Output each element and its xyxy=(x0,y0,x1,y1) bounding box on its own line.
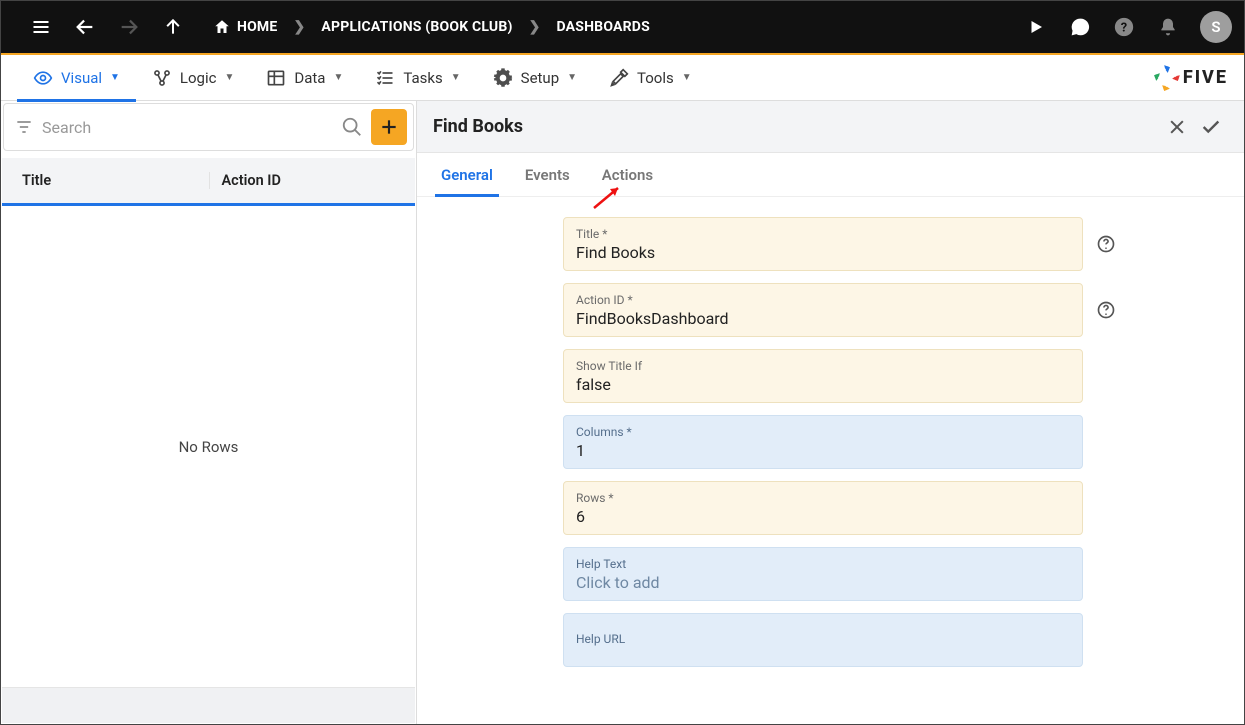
detail-tabs: General Events Actions xyxy=(417,153,1244,197)
tab-data-label: Data xyxy=(294,69,325,87)
tools-icon xyxy=(609,68,629,88)
chevron-down-icon: ▼ xyxy=(224,72,234,83)
avatar[interactable]: S xyxy=(1200,11,1232,43)
title-field[interactable]: Title * Find Books xyxy=(563,217,1083,271)
brand-logo-text: FIVE xyxy=(1183,67,1228,88)
chevron-down-icon: ▼ xyxy=(451,72,461,83)
tab-tools[interactable]: Tools ▼ xyxy=(593,55,708,101)
close-button[interactable] xyxy=(1160,110,1194,144)
showtitle-field-label: Show Title If xyxy=(576,359,1070,373)
filter-icon[interactable] xyxy=(14,117,34,137)
chevron-down-icon: ▼ xyxy=(333,72,343,83)
chevron-down-icon: ▼ xyxy=(567,72,577,83)
showtitle-field[interactable]: Show Title If false xyxy=(563,349,1083,403)
tab-logic[interactable]: Logic ▼ xyxy=(136,55,250,101)
showtitle-field-value: false xyxy=(576,375,1070,394)
chevron-right-icon: ❯ xyxy=(527,19,543,35)
columns-field-value: 1 xyxy=(576,441,1070,460)
tab-setup-label: Setup xyxy=(521,69,559,87)
tab-visual[interactable]: Visual ▼ xyxy=(17,55,136,101)
tab-setup[interactable]: Setup ▼ xyxy=(477,55,593,101)
save-button[interactable] xyxy=(1194,110,1228,144)
rows-field[interactable]: Rows * 6 xyxy=(563,481,1083,535)
brand-logo-icon xyxy=(1157,68,1177,88)
rows-field-label: Rows * xyxy=(576,491,1070,505)
close-icon xyxy=(1167,117,1187,137)
comment-icon[interactable] xyxy=(1062,9,1098,45)
left-panel: Title Action ID No Rows xyxy=(1,101,417,724)
up-icon[interactable] xyxy=(155,9,191,45)
add-button[interactable] xyxy=(371,109,407,145)
title-field-label: Title * xyxy=(576,227,1070,241)
breadcrumb-apps-label: APPLICATIONS (BOOK CLUB) xyxy=(321,19,512,35)
chevron-right-icon: ❯ xyxy=(291,19,307,35)
title-field-value: Find Books xyxy=(576,243,1070,262)
detail-tab-events-label: Events xyxy=(525,166,570,184)
help-icon[interactable]: ? xyxy=(1106,9,1142,45)
helpurl-field[interactable]: Help URL xyxy=(563,613,1083,667)
detail-tab-actions[interactable]: Actions xyxy=(586,153,669,196)
actionid-field-value: FindBooksDashboard xyxy=(576,309,1070,328)
breadcrumb-dashboards-label: DASHBOARDS xyxy=(557,19,650,35)
play-icon[interactable] xyxy=(1018,9,1054,45)
right-panel: Find Books General Events Actions Title … xyxy=(417,101,1244,724)
tab-tools-label: Tools xyxy=(637,69,674,87)
list-header: Title Action ID xyxy=(2,158,415,206)
home-icon xyxy=(213,18,231,36)
detail-tab-actions-label: Actions xyxy=(602,166,653,184)
breadcrumb-dashboards[interactable]: DASHBOARDS xyxy=(547,19,660,35)
detail-tab-general[interactable]: General xyxy=(425,153,509,196)
top-bar: HOME ❯ APPLICATIONS (BOOK CLUB) ❯ DASHBO… xyxy=(1,1,1244,55)
column-actionid[interactable]: Action ID xyxy=(209,172,416,189)
columns-field[interactable]: Columns * 1 xyxy=(563,415,1083,469)
helpurl-field-label: Help URL xyxy=(576,632,1070,646)
breadcrumb-apps[interactable]: APPLICATIONS (BOOK CLUB) xyxy=(311,19,522,35)
column-title[interactable]: Title xyxy=(2,172,209,189)
helptext-field-value: Click to add xyxy=(576,573,1070,592)
detail-tab-general-label: General xyxy=(441,166,493,184)
secondary-nav: Visual ▼ Logic ▼ Data ▼ Tasks ▼ Setup ▼ … xyxy=(1,55,1244,101)
left-footer xyxy=(2,687,415,723)
help-icon[interactable] xyxy=(1089,300,1123,320)
svg-text:?: ? xyxy=(1121,21,1127,36)
search-bar xyxy=(3,103,414,151)
brand-logo: FIVE xyxy=(1157,67,1228,88)
helptext-field-label: Help Text xyxy=(576,557,1070,571)
check-icon xyxy=(1200,116,1222,138)
tab-visual-label: Visual xyxy=(61,69,102,87)
chevron-down-icon: ▼ xyxy=(682,72,692,83)
chevron-down-icon: ▼ xyxy=(110,72,120,83)
breadcrumb-home[interactable]: HOME xyxy=(203,18,287,36)
back-icon[interactable] xyxy=(67,9,103,45)
eye-icon xyxy=(33,68,53,88)
actionid-field-label: Action ID * xyxy=(576,293,1070,307)
actionid-field[interactable]: Action ID * FindBooksDashboard xyxy=(563,283,1083,337)
detail-tab-events[interactable]: Events xyxy=(509,153,586,196)
plus-icon xyxy=(379,117,399,137)
columns-field-label: Columns * xyxy=(576,425,1070,439)
logic-icon xyxy=(152,68,172,88)
helptext-field[interactable]: Help Text Click to add xyxy=(563,547,1083,601)
tab-tasks[interactable]: Tasks ▼ xyxy=(359,55,476,101)
tab-tasks-label: Tasks xyxy=(403,69,442,87)
search-icon[interactable] xyxy=(341,116,363,138)
gear-icon xyxy=(493,68,513,88)
breadcrumb-home-label: HOME xyxy=(237,19,277,35)
detail-header: Find Books xyxy=(417,101,1244,153)
avatar-letter: S xyxy=(1211,18,1220,36)
bell-icon[interactable] xyxy=(1150,9,1186,45)
form-area: Title * Find Books Action ID * FindBooks… xyxy=(417,197,1244,724)
rows-field-value: 6 xyxy=(576,507,1070,526)
forward-icon xyxy=(111,9,147,45)
menu-icon[interactable] xyxy=(23,9,59,45)
tab-data[interactable]: Data ▼ xyxy=(250,55,359,101)
tasks-icon xyxy=(375,68,395,88)
table-icon xyxy=(266,68,286,88)
breadcrumb: HOME ❯ APPLICATIONS (BOOK CLUB) ❯ DASHBO… xyxy=(203,18,660,36)
page-title: Find Books xyxy=(433,116,523,137)
tab-logic-label: Logic xyxy=(180,69,217,87)
no-rows-message: No Rows xyxy=(2,206,415,687)
help-icon[interactable] xyxy=(1089,234,1123,254)
search-input[interactable] xyxy=(42,118,333,137)
